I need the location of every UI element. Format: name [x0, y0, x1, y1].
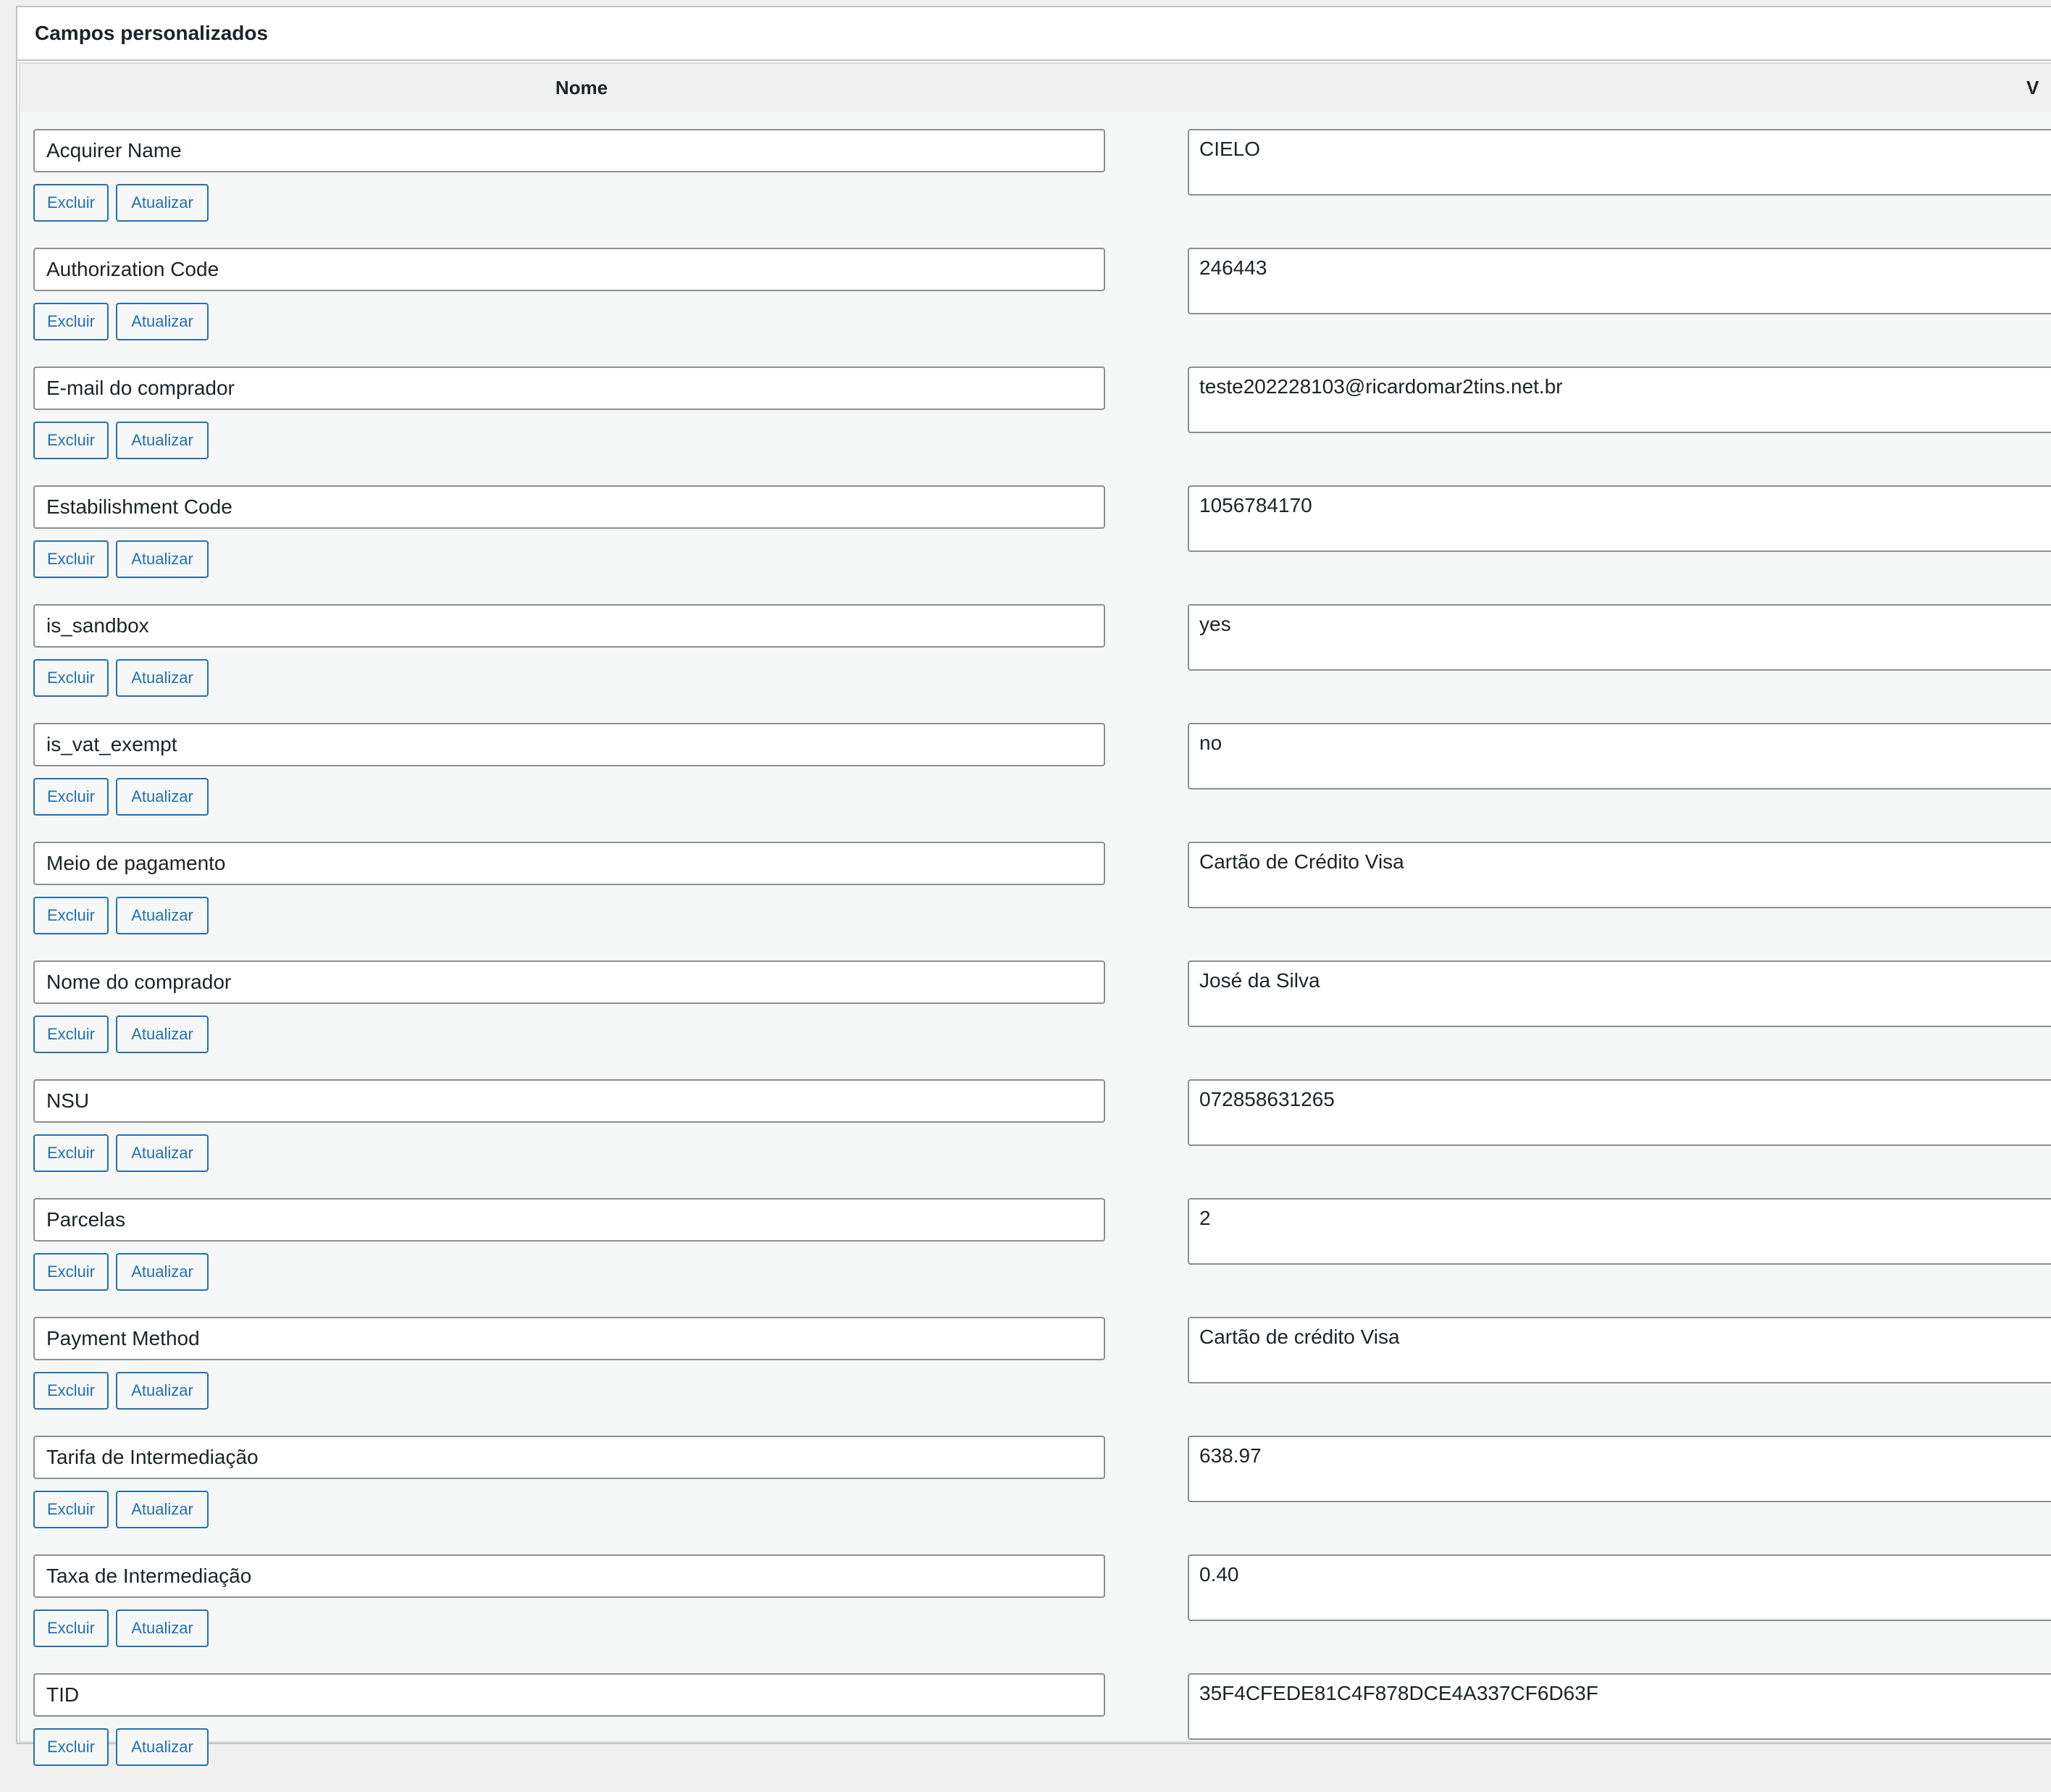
table-row: José da Silva ExcluirAtualizar — [20, 960, 2051, 1079]
table-row: 35F4CFEDE81C4F878DCE4A337CF6D63F ExcluirA… — [20, 1673, 2051, 1792]
update-button[interactable]: Atualizar — [116, 659, 209, 697]
column-header-name: Nome — [555, 77, 608, 99]
meta-value-textarea[interactable]: Cartão de Crédito Visa — [1188, 842, 2051, 908]
meta-key-input[interactable] — [33, 485, 1105, 529]
meta-key-input[interactable] — [33, 367, 1105, 410]
update-button[interactable]: Atualizar — [116, 422, 209, 459]
delete-button[interactable]: Excluir — [33, 1016, 109, 1053]
meta-key-input[interactable] — [33, 604, 1105, 648]
meta-key-input[interactable] — [33, 960, 1105, 1004]
update-button[interactable]: Atualizar — [116, 897, 209, 934]
metabox-title: Campos personalizados — [35, 22, 269, 44]
meta-value-textarea[interactable]: 072858631265 — [1188, 1079, 2051, 1146]
table-row: 072858631265 ExcluirAtualizar — [20, 1079, 2051, 1198]
delete-button[interactable]: Excluir — [33, 303, 109, 340]
table-row: Cartão de crédito Visa ExcluirAtualizar — [20, 1317, 2051, 1436]
update-button[interactable]: Atualizar — [116, 1016, 209, 1053]
table-row: 0.40 ExcluirAtualizar — [20, 1554, 2051, 1673]
meta-value-textarea[interactable]: Cartão de crédito Visa — [1188, 1317, 2051, 1383]
delete-button[interactable]: Excluir — [33, 1372, 109, 1410]
table-row: teste202228103@ricardomar2tins.net.br Exc… — [20, 367, 2051, 485]
delete-button[interactable]: Excluir — [33, 184, 109, 222]
meta-key-input[interactable] — [33, 1673, 1105, 1717]
meta-key-input[interactable] — [33, 1198, 1105, 1242]
delete-button[interactable]: Excluir — [33, 540, 109, 578]
table-row: 638.97 ExcluirAtualizar — [20, 1436, 2051, 1554]
meta-key-input[interactable] — [33, 1436, 1105, 1479]
meta-key-input[interactable] — [33, 1554, 1105, 1598]
meta-key-input[interactable] — [33, 1079, 1105, 1123]
meta-value-textarea[interactable]: 35F4CFEDE81C4F878DCE4A337CF6D63F — [1188, 1673, 2051, 1740]
meta-value-textarea[interactable]: 246443 — [1188, 248, 2051, 314]
delete-button[interactable]: Excluir — [33, 1491, 109, 1528]
meta-key-input[interactable] — [33, 1317, 1105, 1360]
meta-value-textarea[interactable]: yes — [1188, 604, 2051, 671]
table-row: 1056784170 ExcluirAtualizar — [20, 485, 2051, 604]
update-button[interactable]: Atualizar — [116, 1609, 209, 1647]
delete-button[interactable]: Excluir — [33, 659, 109, 697]
update-button[interactable]: Atualizar — [116, 778, 209, 816]
meta-value-textarea[interactable]: no — [1188, 723, 2051, 790]
custom-fields-table: Nome V CIELOExcluirAtualizar246443Exclui… — [19, 62, 2051, 1766]
update-button[interactable]: Atualizar — [116, 303, 209, 340]
delete-button[interactable]: Excluir — [33, 1728, 109, 1766]
delete-button[interactable]: Excluir — [33, 1253, 109, 1291]
meta-value-textarea[interactable]: José da Silva — [1188, 960, 2051, 1027]
update-button[interactable]: Atualizar — [116, 184, 209, 222]
update-button[interactable]: Atualizar — [116, 540, 209, 578]
meta-value-textarea[interactable]: 2 — [1188, 1198, 2051, 1265]
column-header-value: V — [2026, 77, 2039, 99]
table-row: CIELO ExcluirAtualizar — [20, 129, 2051, 248]
table-row: 2 ExcluirAtualizar — [20, 1198, 2051, 1317]
meta-value-textarea[interactable]: CIELO — [1188, 129, 2051, 196]
update-button[interactable]: Atualizar — [116, 1134, 209, 1172]
metabox-header: Campos personalizados — [17, 7, 2051, 61]
update-button[interactable]: Atualizar — [116, 1728, 209, 1766]
delete-button[interactable]: Excluir — [33, 1609, 109, 1647]
meta-value-textarea[interactable]: teste202228103@ricardomar2tins.net.br — [1188, 367, 2051, 433]
update-button[interactable]: Atualizar — [116, 1491, 209, 1528]
meta-value-textarea[interactable]: 1056784170 — [1188, 485, 2051, 552]
table-row: no ExcluirAtualizar — [20, 723, 2051, 842]
table-row: 246443 ExcluirAtualizar — [20, 248, 2051, 367]
table-row: Cartão de Crédito Visa ExcluirAtualizar — [20, 842, 2051, 960]
delete-button[interactable]: Excluir — [33, 778, 109, 816]
delete-button[interactable]: Excluir — [33, 1134, 109, 1172]
meta-key-input[interactable] — [33, 248, 1105, 291]
update-button[interactable]: Atualizar — [116, 1372, 209, 1410]
update-button[interactable]: Atualizar — [116, 1253, 209, 1291]
meta-value-textarea[interactable]: 0.40 — [1188, 1554, 2051, 1621]
meta-key-input[interactable] — [33, 129, 1105, 172]
table-header: Nome V — [20, 64, 2051, 112]
table-row: yes ExcluirAtualizar — [20, 604, 2051, 723]
delete-button[interactable]: Excluir — [33, 422, 109, 459]
meta-key-input[interactable] — [33, 842, 1105, 885]
meta-key-input[interactable] — [33, 723, 1105, 766]
meta-value-textarea[interactable]: 638.97 — [1188, 1436, 2051, 1502]
delete-button[interactable]: Excluir — [33, 897, 109, 934]
